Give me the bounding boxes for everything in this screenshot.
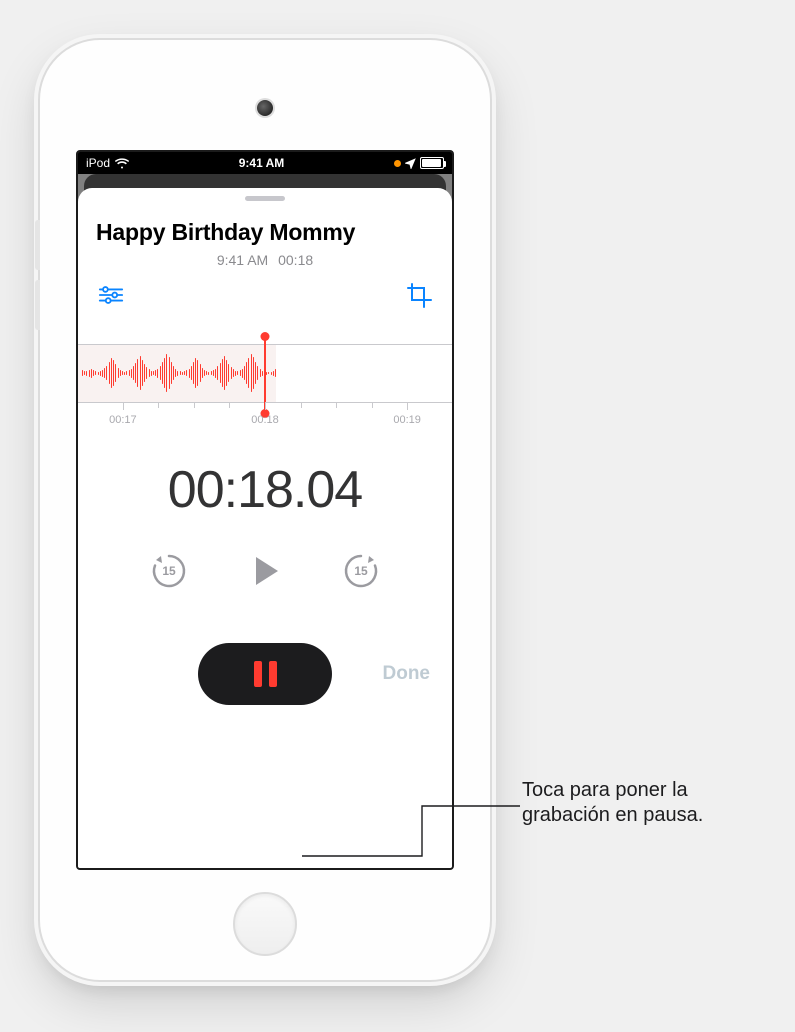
recording-time: 9:41 AM bbox=[217, 252, 268, 268]
wifi-icon bbox=[115, 158, 129, 169]
device-frame: iPod 9:41 AM Happy Birthday Mommy 9:41 A… bbox=[40, 40, 490, 980]
carrier-label: iPod bbox=[86, 156, 110, 170]
front-camera bbox=[257, 100, 273, 116]
skip-forward-15-button[interactable]: 15 bbox=[340, 550, 382, 592]
waveform bbox=[78, 344, 276, 402]
skip-fwd-amount: 15 bbox=[354, 564, 367, 578]
done-button[interactable]: Done bbox=[383, 663, 431, 685]
recording-indicator-icon bbox=[394, 160, 401, 167]
ruler-label: 00:18 bbox=[251, 414, 279, 426]
volume-up-button[interactable] bbox=[35, 220, 40, 270]
volume-down-button[interactable] bbox=[35, 280, 40, 330]
recording-sheet: Happy Birthday Mommy 9:41 AM 00:18 bbox=[78, 188, 452, 868]
location-icon bbox=[405, 158, 416, 169]
recording-meta: 9:41 AM 00:18 bbox=[78, 252, 452, 268]
waveform-area[interactable]: 00:17 00:18 00:19 bbox=[78, 326, 452, 446]
pause-icon bbox=[254, 661, 277, 687]
settings-sliders-icon[interactable] bbox=[98, 285, 124, 305]
trim-crop-icon[interactable] bbox=[406, 282, 432, 308]
home-button[interactable] bbox=[233, 892, 297, 956]
ruler-label: 00:17 bbox=[109, 414, 137, 426]
skip-back-amount: 15 bbox=[162, 564, 175, 578]
skip-back-15-button[interactable]: 15 bbox=[148, 550, 190, 592]
elapsed-timer: 00:18.04 bbox=[78, 460, 452, 520]
sheet-grabber[interactable] bbox=[245, 196, 285, 201]
callout-pause: Toca para poner la grabación en pausa. bbox=[522, 778, 757, 828]
ruler-label: 00:19 bbox=[393, 414, 421, 426]
battery-icon bbox=[420, 157, 444, 169]
time-ruler: 00:17 00:18 00:19 bbox=[78, 402, 452, 442]
recording-title[interactable]: Happy Birthday Mommy bbox=[78, 219, 452, 246]
screen: iPod 9:41 AM Happy Birthday Mommy 9:41 A… bbox=[76, 150, 454, 870]
status-bar: iPod 9:41 AM bbox=[78, 152, 452, 174]
recording-duration: 00:18 bbox=[278, 252, 313, 268]
status-time: 9:41 AM bbox=[135, 156, 388, 170]
pause-recording-button[interactable] bbox=[198, 643, 332, 705]
play-button[interactable] bbox=[244, 550, 286, 592]
